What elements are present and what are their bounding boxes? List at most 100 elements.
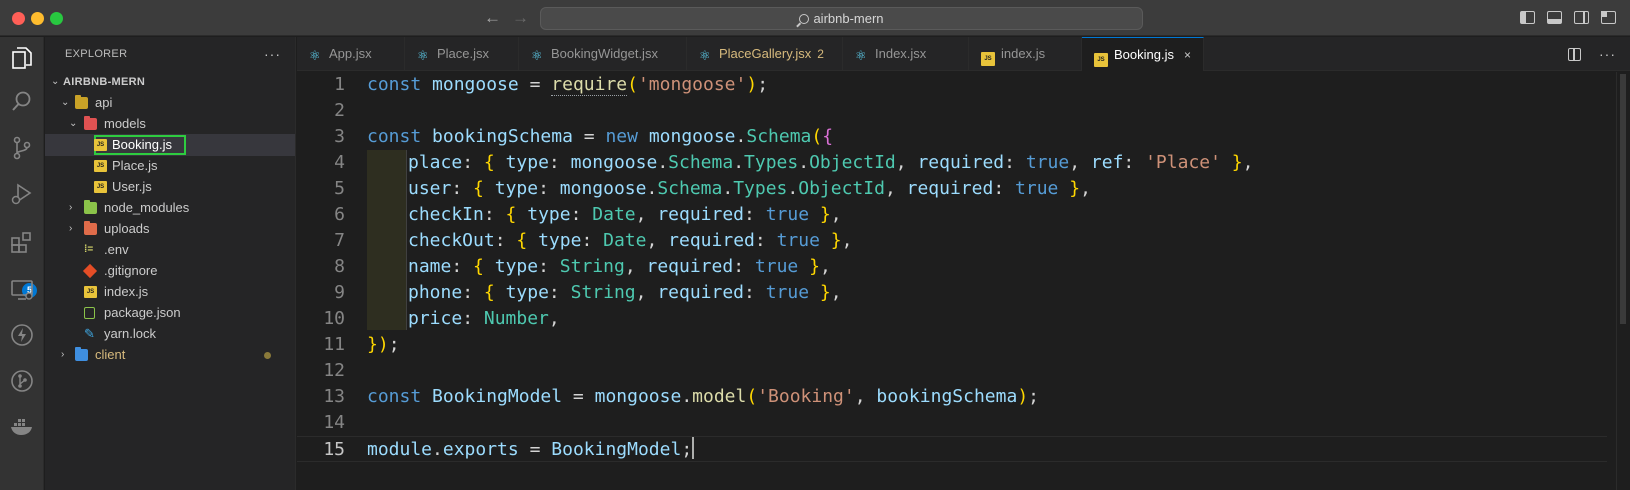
split-editor-icon[interactable]	[1568, 48, 1581, 61]
tree-item-place-js[interactable]: JS Place.js	[45, 155, 295, 177]
explorer-title: EXPLORER	[65, 48, 128, 60]
customize-layout-icon[interactable]	[1601, 11, 1616, 24]
code-editor[interactable]: 1 const mongoose = require('mongoose'); 2 3…	[297, 72, 1630, 490]
run-debug-icon[interactable]	[9, 181, 35, 207]
extensions-icon[interactable]	[9, 229, 35, 255]
editor-actions: ···	[1568, 47, 1616, 61]
tree-root-airbnb-mern[interactable]: ⌄ AIRBNB-MERN	[45, 71, 295, 93]
vertical-scrollbar[interactable]	[1616, 72, 1630, 490]
uploads-folder-icon	[84, 221, 97, 235]
activity-bar: 5	[0, 37, 44, 490]
tab-index-jsx[interactable]: ⚛ Index.jsx	[843, 37, 969, 71]
source-control-icon[interactable]	[9, 135, 35, 161]
tree-item-booking-js[interactable]: JS Booking.js	[45, 134, 295, 156]
code-text: const BookingModel = mongoose.model('Boo…	[367, 386, 1039, 407]
tab-app-jsx[interactable]: ⚛ App.jsx	[297, 37, 405, 71]
scrollbar-thumb[interactable]	[1620, 74, 1626, 324]
models-folder-icon	[84, 116, 97, 130]
react-icon: ⚛	[855, 48, 867, 63]
tab-place-jsx[interactable]: ⚛ Place.jsx	[405, 37, 519, 71]
minimize-window-button[interactable]	[31, 12, 44, 25]
remote-explorer-icon[interactable]	[9, 277, 35, 303]
line-number: 11	[323, 334, 345, 355]
explorer-icon[interactable]	[9, 45, 35, 71]
tree-item-env[interactable]: ⁞= .env	[45, 239, 295, 261]
code-line[interactable]: 2	[297, 98, 1607, 124]
tree-item-label: index.js	[104, 284, 149, 299]
tree-item-package-json[interactable]: package.json	[45, 302, 295, 324]
tree-item-label: yarn.lock	[104, 326, 157, 341]
tab-index-js[interactable]: JS index.js	[969, 37, 1082, 71]
yarn-file-icon: ✎	[84, 326, 95, 341]
tree-item-user-js[interactable]: JS User.js	[45, 176, 295, 198]
forward-arrow-icon[interactable]: →	[512, 8, 529, 28]
code-line[interactable]: 6 checkIn: { type: Date, required: true }…	[297, 202, 1607, 228]
line-number: 13	[323, 386, 345, 407]
more-actions-icon[interactable]: ···	[264, 37, 281, 71]
tree-item-api[interactable]: ⌄ api	[45, 92, 295, 114]
close-window-button[interactable]	[12, 12, 25, 25]
react-icon: ⚛	[699, 48, 711, 63]
code-line[interactable]: 15 module.exports = BookingModel;	[297, 436, 1607, 462]
code-line[interactable]: 14	[297, 410, 1607, 436]
close-tab-icon[interactable]: ×	[1184, 48, 1191, 62]
line-number: 10	[323, 308, 345, 329]
toggle-secondary-sidebar-icon[interactable]	[1574, 11, 1589, 24]
tree-item-label: .env	[104, 242, 129, 257]
tab-placegallery-jsx[interactable]: ⚛ PlaceGallery.jsx 2	[687, 37, 843, 71]
code-line[interactable]: 7 checkOut: { type: Date, required: true …	[297, 228, 1607, 254]
code-line[interactable]: 11});	[297, 332, 1607, 358]
code-line[interactable]: 9 phone: { type: String, required: true }…	[297, 280, 1607, 306]
code-text: const mongoose = require('mongoose');	[367, 74, 769, 96]
javascript-file-icon: JS	[94, 181, 107, 193]
code-line[interactable]: 8 name: { type: String, required: true },	[297, 254, 1607, 280]
code-line[interactable]: 4 place: { type: mongoose.Schema.Types.Ob…	[297, 150, 1607, 176]
tree-item-label: models	[104, 116, 146, 131]
chevron-right-icon: ›	[61, 349, 65, 360]
code-line[interactable]: 5 user: { type: mongoose.Schema.Types.Obj…	[297, 176, 1607, 202]
code-line[interactable]: 13 const BookingModel = mongoose.model('B…	[297, 384, 1607, 410]
node-folder-icon	[84, 200, 97, 214]
javascript-file-icon: JS	[981, 52, 995, 66]
tree-item-label: Place.js	[112, 158, 158, 173]
code-line[interactable]: 10 price: Number,	[297, 306, 1607, 332]
tree-item-uploads[interactable]: › uploads	[45, 218, 295, 240]
thunder-client-icon[interactable]	[9, 322, 35, 348]
docker-icon[interactable]	[9, 413, 35, 439]
react-icon: ⚛	[309, 48, 321, 63]
javascript-file-icon: JS	[84, 286, 97, 298]
tab-label: index.js	[1001, 46, 1046, 61]
toggle-panel-icon[interactable]	[1547, 11, 1562, 24]
line-number: 1	[334, 74, 345, 95]
tab-label: Index.jsx	[875, 46, 927, 61]
tree-item-gitignore[interactable]: .gitignore	[45, 260, 295, 282]
tree-item-models[interactable]: ⌄ models	[45, 113, 295, 135]
tree-item-yarn-lock[interactable]: ✎ yarn.lock	[45, 323, 295, 345]
back-arrow-icon[interactable]: ←	[484, 8, 501, 28]
tree-item-label: node_modules	[104, 200, 190, 215]
command-center-search[interactable]: airbnb-mern	[540, 7, 1143, 30]
code-text: const bookingSchema = new mongoose.Schem…	[367, 126, 834, 147]
tree-item-index-js[interactable]: JS index.js	[45, 281, 295, 303]
code-line[interactable]: 12	[297, 358, 1607, 384]
code-text: checkIn: { type: Date, required: true },	[408, 204, 842, 225]
tree-item-node-modules[interactable]: › node_modules	[45, 197, 295, 219]
line-number: 6	[334, 204, 345, 225]
search-icon[interactable]	[9, 89, 35, 115]
layout-controls	[1520, 11, 1616, 24]
code-line[interactable]: 1 const mongoose = require('mongoose');	[297, 72, 1607, 98]
tab-label: Place.jsx	[437, 46, 490, 61]
tab-bookingwidget-jsx[interactable]: ⚛ BookingWidget.jsx	[519, 37, 687, 71]
code-text: });	[367, 334, 400, 355]
toggle-primary-sidebar-icon[interactable]	[1520, 11, 1535, 24]
chevron-down-icon: ⌄	[61, 97, 70, 108]
line-number: 12	[323, 360, 345, 381]
code-line[interactable]: 3 const bookingSchema = new mongoose.Sche…	[297, 124, 1607, 150]
git-file-icon	[82, 263, 98, 279]
maximize-window-button[interactable]	[50, 12, 63, 25]
tree-item-client[interactable]: › client	[45, 344, 295, 366]
more-actions-icon[interactable]: ···	[1599, 47, 1616, 61]
git-graph-icon[interactable]	[9, 368, 35, 394]
tab-booking-js[interactable]: JS Booking.js ×	[1082, 37, 1204, 71]
javascript-file-icon: JS	[94, 160, 107, 172]
